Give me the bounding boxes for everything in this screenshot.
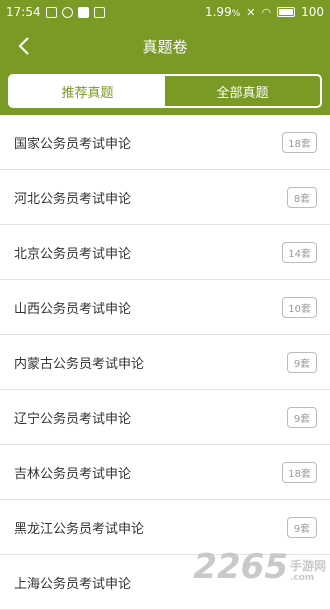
list-item[interactable]: 辽宁公务员考试申论 9套 (0, 390, 330, 445)
wifi-icon: ◠ (261, 5, 272, 19)
battery-level: 100 (301, 5, 324, 19)
list-item[interactable]: 山西公务员考试申论 10套 (0, 280, 330, 335)
exam-name: 山西公务员考试申论 (14, 301, 132, 317)
page-title: 真题卷 (142, 37, 188, 56)
toolbar: 真题卷 (0, 24, 330, 68)
gallery-notification-icon (45, 6, 57, 18)
exam-name: 北京公务员考试申论 (14, 246, 132, 262)
count-badge: 8套 (287, 186, 317, 208)
count-badge: 9套 (287, 351, 317, 373)
battery-icon (277, 7, 296, 17)
tab-bar: 推荐真题 全部真题 (0, 68, 330, 115)
exam-name: 黑龙江公务员考试申论 (14, 521, 145, 537)
list-item[interactable]: 内蒙古公务员考试申论 9套 (0, 335, 330, 390)
exam-name: 国家公务员考试申论 (14, 136, 132, 152)
list-item[interactable]: 河北公务员考试申论 8套 (0, 170, 330, 225)
site-watermark: 2265 手游网 .com (193, 550, 326, 584)
list-item[interactable]: 北京公务员考试申论 14套 (0, 225, 330, 280)
upload-notification-icon (93, 6, 105, 18)
exam-name: 吉林公务员考试申论 (14, 466, 132, 482)
mute-icon: ✕ (246, 5, 256, 19)
count-badge: 9套 (287, 516, 317, 538)
exam-name: 河北公务员考试申论 (14, 191, 132, 207)
count-badge: 18套 (282, 461, 317, 483)
watermark-text: 手游网 .com (289, 559, 326, 583)
play-notification-icon (77, 6, 89, 18)
exam-name: 上海公务员考试申论 (14, 576, 132, 592)
tab-recommended[interactable]: 推荐真题 (10, 76, 165, 106)
count-badge: 14套 (282, 241, 317, 263)
status-time: 17:54 (6, 5, 41, 19)
list-item[interactable]: 吉林公务员考试申论 18套 (0, 445, 330, 500)
watermark-number: 2265 (193, 547, 288, 587)
status-bar: 17:54 1.99% ✕ ◠ 100 (0, 0, 330, 24)
count-badge: 9套 (287, 406, 317, 428)
exam-name: 内蒙古公务员考试申论 (14, 356, 145, 372)
tab-all[interactable]: 全部真题 (165, 76, 320, 106)
exam-name: 辽宁公务员考试申论 (14, 411, 132, 427)
count-badge: 10套 (282, 296, 317, 318)
tab-switcher: 推荐真题 全部真题 (8, 74, 322, 108)
check-notification-icon (61, 6, 73, 18)
list-item[interactable]: 国家公务员考试申论 18套 (0, 115, 330, 170)
count-badge: 18套 (282, 131, 317, 153)
exam-list: 国家公务员考试申论 18套 河北公务员考试申论 8套 北京公务员考试申论 14套 山西… (0, 115, 330, 610)
data-speed: 1.99% (204, 5, 241, 19)
back-chevron-icon[interactable] (12, 34, 36, 58)
